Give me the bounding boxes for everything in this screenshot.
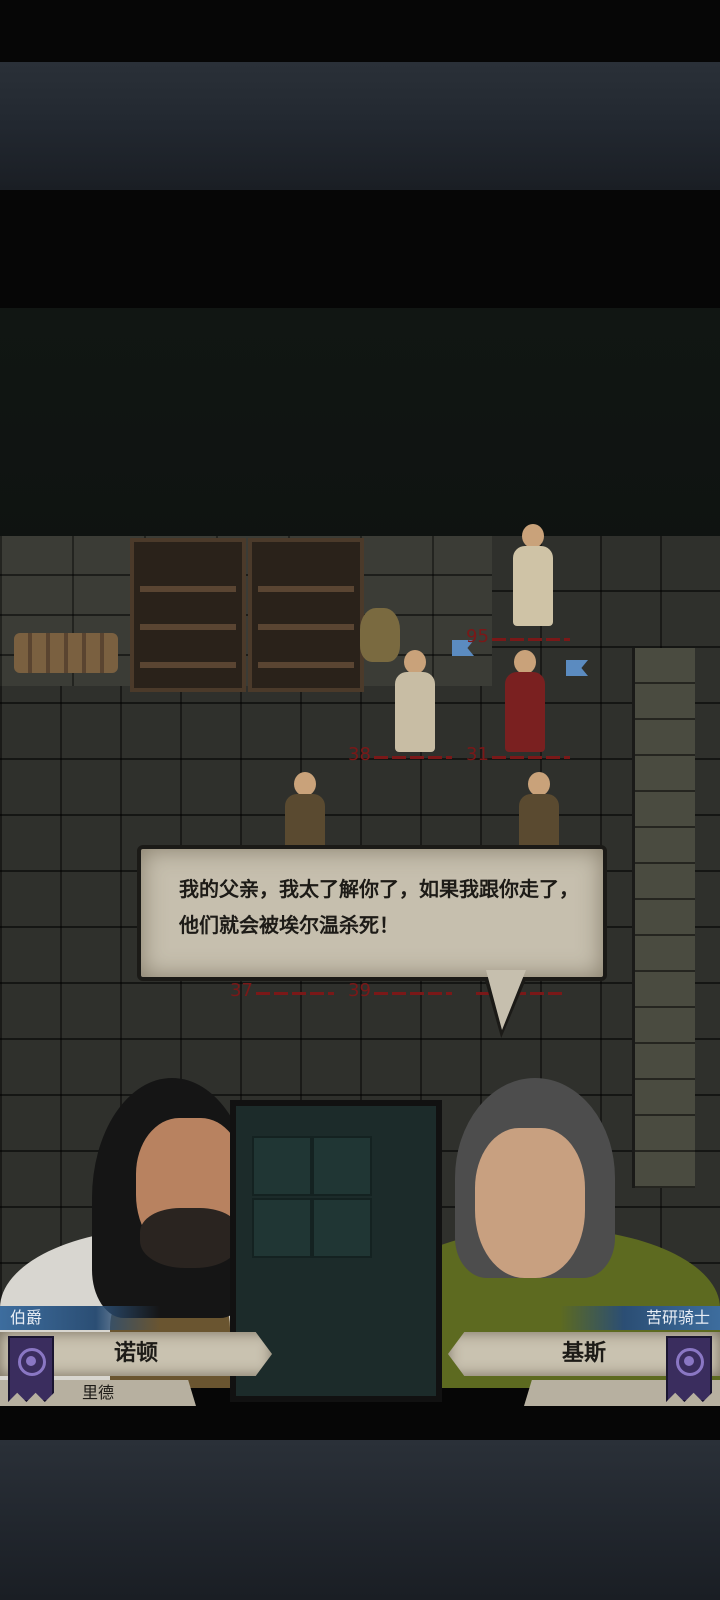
unit-hp-value: 39: [348, 980, 371, 1001]
dialog-text: 我的父亲，我太了解你了，如果我跟你走了，他们就会被埃尔温杀死！: [179, 877, 579, 937]
speech-bubble[interactable]: 我的父亲，我太了解你了，如果我跟你走了，他们就会被埃尔温杀死！: [137, 845, 607, 981]
unit-hp-bar: [492, 756, 570, 759]
wooden-shelf: [130, 538, 246, 692]
unit-hp-value: 31: [466, 744, 489, 765]
speaker-nameplates: 伯爵 苦研骑士 诺顿 基斯 里德: [0, 1306, 720, 1406]
unit-hp-bar: [374, 992, 452, 995]
left-speaker-title: 伯爵: [0, 1306, 160, 1330]
house-sigil-icon: [666, 1336, 712, 1402]
right-speaker-title: 苦研骑士: [560, 1306, 720, 1330]
bottom-letterbox-band: [0, 1440, 720, 1600]
wooden-shelf: [248, 538, 364, 692]
unit-hp-value: 95: [466, 626, 489, 647]
firewood-pile: [14, 633, 118, 673]
unit-hp-value: 37: [230, 980, 253, 1001]
top-letterbox-band: [0, 62, 720, 190]
unit-hp-bar: [374, 756, 452, 759]
unit-hp-bar: [492, 638, 570, 641]
priest-unit[interactable]: [508, 520, 558, 630]
house-sigil-icon: [8, 1336, 54, 1402]
staff-bearer-unit[interactable]: [390, 646, 440, 756]
unit-hp-bar: [256, 992, 334, 995]
unit-hp-value: 38: [348, 744, 371, 765]
red-noble-unit[interactable]: [500, 646, 550, 756]
